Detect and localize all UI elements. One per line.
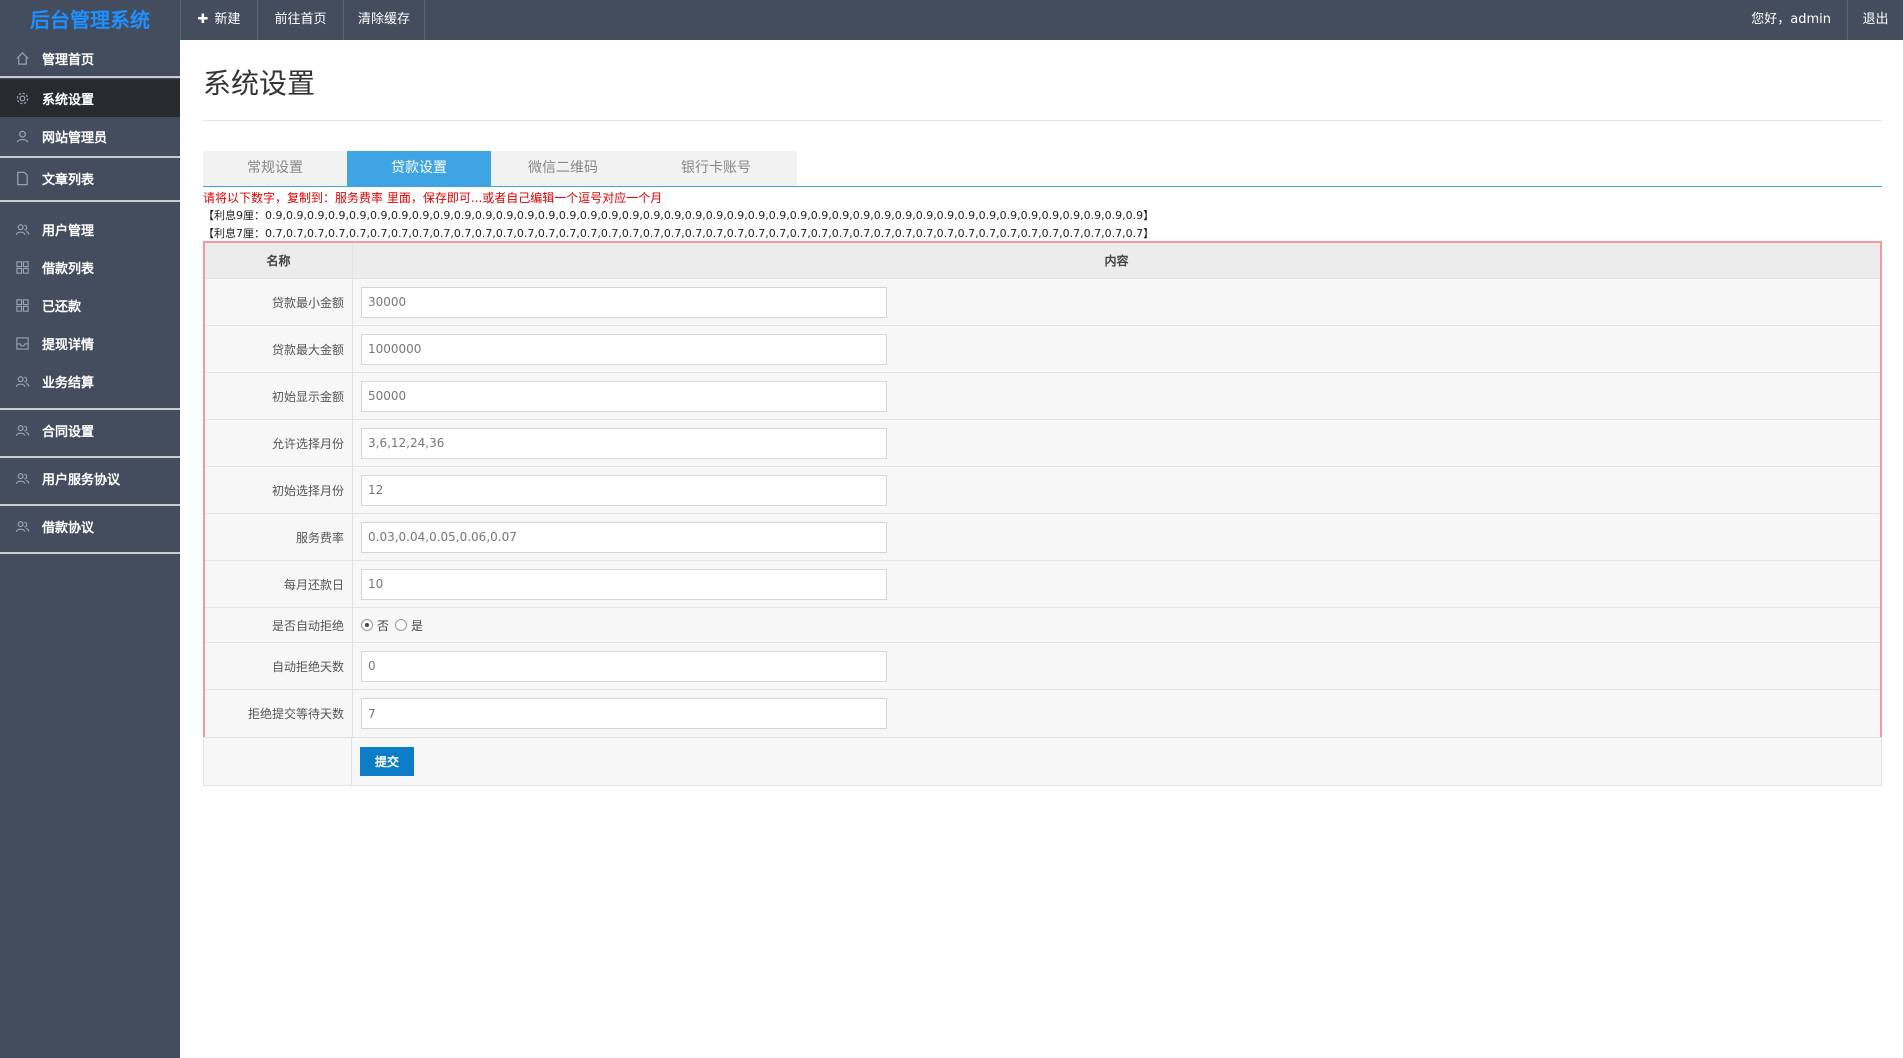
sidebar-item-system-settings[interactable]: 系统设置 — [0, 79, 180, 117]
sidebar-item-site-admins[interactable]: 网站管理员 — [0, 118, 180, 154]
rate-7-text: 【利息7厘：0.7,0.7,0.7,0.7,0.7,0.7,0.7,0.7,0.… — [203, 227, 1155, 240]
settings-tabs: 常规设置 贷款设置 微信二维码 银行卡账号 — [203, 151, 1882, 187]
initial-month-input[interactable] — [361, 474, 887, 506]
logout-button[interactable]: 退出 — [1847, 0, 1903, 40]
auto-reject-no-label: 否 — [377, 618, 390, 633]
sidebar-divider — [0, 200, 180, 202]
user-greeting: 您好，admin — [1751, 12, 1831, 27]
clear-cache-button[interactable]: 清除缓存 — [343, 0, 425, 40]
sidebar: 管理首页 系统设置 网站管理员 文章列表 用户管理 借款列表 已还款 提现详情 … — [0, 40, 180, 1058]
sidebar-item-label: 网站管理员 — [42, 130, 108, 146]
sidebar-item-label: 用户服务协议 — [42, 472, 121, 488]
min-amount-input[interactable] — [361, 286, 887, 318]
users-icon — [14, 422, 30, 438]
users-icon — [14, 373, 30, 389]
auto-reject-no-radio[interactable] — [361, 619, 373, 631]
field-label-service-rate: 服务费率 — [205, 514, 353, 560]
sidebar-item-dashboard[interactable]: 管理首页 — [0, 40, 180, 76]
loan-settings-table: 名称 内容 贷款最小金额 贷款最大金额 初始显示金额 允许选择月份 初始选择月份… — [203, 241, 1882, 739]
user-icon — [14, 128, 30, 144]
sidebar-item-withdrawals[interactable]: 提现详情 — [0, 327, 180, 359]
tab-loan-settings[interactable]: 贷款设置 — [347, 151, 491, 186]
new-button[interactable]: ✚ 新建 — [180, 0, 257, 40]
rate-9-text: 【利息9厘：0.9,0.9,0.9,0.9,0.9,0.9,0.9,0.9,0.… — [203, 209, 1155, 222]
users-icon — [14, 470, 30, 486]
auto-reject-days-input[interactable] — [361, 650, 887, 682]
grid-icon — [14, 259, 30, 275]
table-row: 是否自动拒绝 否 是 — [205, 608, 1880, 643]
table-row: 初始选择月份 — [205, 467, 1880, 514]
field-label-max-amount: 贷款最大金额 — [205, 326, 353, 372]
allowed-months-input[interactable] — [361, 427, 887, 459]
sidebar-item-repaid[interactable]: 已还款 — [0, 289, 180, 321]
table-row: 自动拒绝天数 — [205, 643, 1880, 690]
sidebar-item-label: 管理首页 — [42, 52, 95, 68]
go-home-button[interactable]: 前往首页 — [257, 0, 343, 40]
submit-button[interactable]: 提交 — [360, 747, 414, 776]
auto-reject-yes-label: 是 — [411, 618, 424, 633]
top-bar: 后台管理系统 ✚ 新建 前往首页 清除缓存 您好，admin 退出 — [0, 0, 1903, 40]
document-icon — [14, 170, 30, 186]
tab-bank-account[interactable]: 银行卡账号 — [635, 151, 797, 186]
column-header-name: 名称 — [205, 243, 353, 278]
field-label-auto-reject-days: 自动拒绝天数 — [205, 643, 353, 689]
table-row: 初始显示金额 — [205, 373, 1880, 420]
field-label-repayment-day: 每月还款日 — [205, 561, 353, 607]
sidebar-item-label: 借款列表 — [42, 261, 95, 277]
sidebar-item-label: 借款协议 — [42, 520, 95, 536]
sidebar-item-loan-agreement[interactable]: 借款协议 — [0, 506, 180, 546]
table-row: 每月还款日 — [205, 561, 1880, 608]
sidebar-item-label: 系统设置 — [42, 92, 95, 108]
page-title: 系统设置 — [203, 67, 316, 100]
sidebar-item-loan-list[interactable]: 借款列表 — [0, 251, 180, 283]
table-row: 服务费率 — [205, 514, 1880, 561]
sidebar-divider — [0, 552, 180, 554]
table-row: 拒绝提交等待天数 — [205, 690, 1880, 737]
sidebar-item-label: 提现详情 — [42, 337, 95, 353]
field-label-initial-month: 初始选择月份 — [205, 467, 353, 513]
table-header-row: 名称 内容 — [205, 243, 1880, 279]
sidebar-item-user-agreement[interactable]: 用户服务协议 — [0, 458, 180, 498]
table-row: 贷款最大金额 — [205, 326, 1880, 373]
table-row: 贷款最小金额 — [205, 279, 1880, 326]
grid-icon — [14, 297, 30, 313]
table-row: 允许选择月份 — [205, 420, 1880, 467]
users-icon — [14, 221, 30, 237]
app-title[interactable]: 后台管理系统 — [0, 0, 180, 40]
sidebar-item-label: 合同设置 — [42, 424, 95, 440]
sidebar-item-label: 用户管理 — [42, 223, 95, 239]
max-amount-input[interactable] — [361, 333, 887, 365]
field-label-initial-amount: 初始显示金额 — [205, 373, 353, 419]
inbox-icon — [14, 335, 30, 351]
tab-wechat-qrcode[interactable]: 微信二维码 — [491, 151, 635, 186]
field-label-min-amount: 贷款最小金额 — [205, 279, 353, 325]
new-label: 新建 — [214, 12, 241, 27]
home-icon — [14, 50, 30, 66]
sidebar-item-contract-settings[interactable]: 合同设置 — [0, 410, 180, 450]
sidebar-item-label: 文章列表 — [42, 172, 95, 188]
plus-icon: ✚ — [197, 12, 209, 27]
column-header-content: 内容 — [1104, 254, 1129, 268]
initial-amount-input[interactable] — [361, 380, 887, 412]
repayment-day-input[interactable] — [361, 568, 887, 600]
gear-icon — [14, 90, 30, 106]
submit-row: 提交 — [203, 737, 1882, 786]
tab-general-settings[interactable]: 常规设置 — [203, 151, 347, 186]
sidebar-item-label: 业务结算 — [42, 375, 95, 391]
title-divider — [203, 120, 1882, 121]
field-label-reject-wait-days: 拒绝提交等待天数 — [205, 690, 353, 737]
sidebar-item-label: 已还款 — [42, 299, 82, 315]
field-label-allowed-months: 允许选择月份 — [205, 420, 353, 466]
sidebar-item-user-management[interactable]: 用户管理 — [0, 213, 180, 245]
sidebar-item-settlement[interactable]: 业务结算 — [0, 365, 180, 397]
service-rate-input[interactable] — [361, 521, 887, 553]
notice-text: 请将以下数字，复制到：服务费率 里面，保存即可...或者自己编辑一个逗号对应一个… — [203, 191, 663, 205]
users-icon — [14, 518, 30, 534]
auto-reject-yes-radio[interactable] — [395, 619, 408, 631]
sidebar-divider — [0, 76, 180, 78]
field-label-auto-reject: 是否自动拒绝 — [205, 608, 353, 642]
sidebar-item-articles[interactable]: 文章列表 — [0, 158, 180, 198]
reject-wait-days-input[interactable] — [361, 698, 887, 729]
